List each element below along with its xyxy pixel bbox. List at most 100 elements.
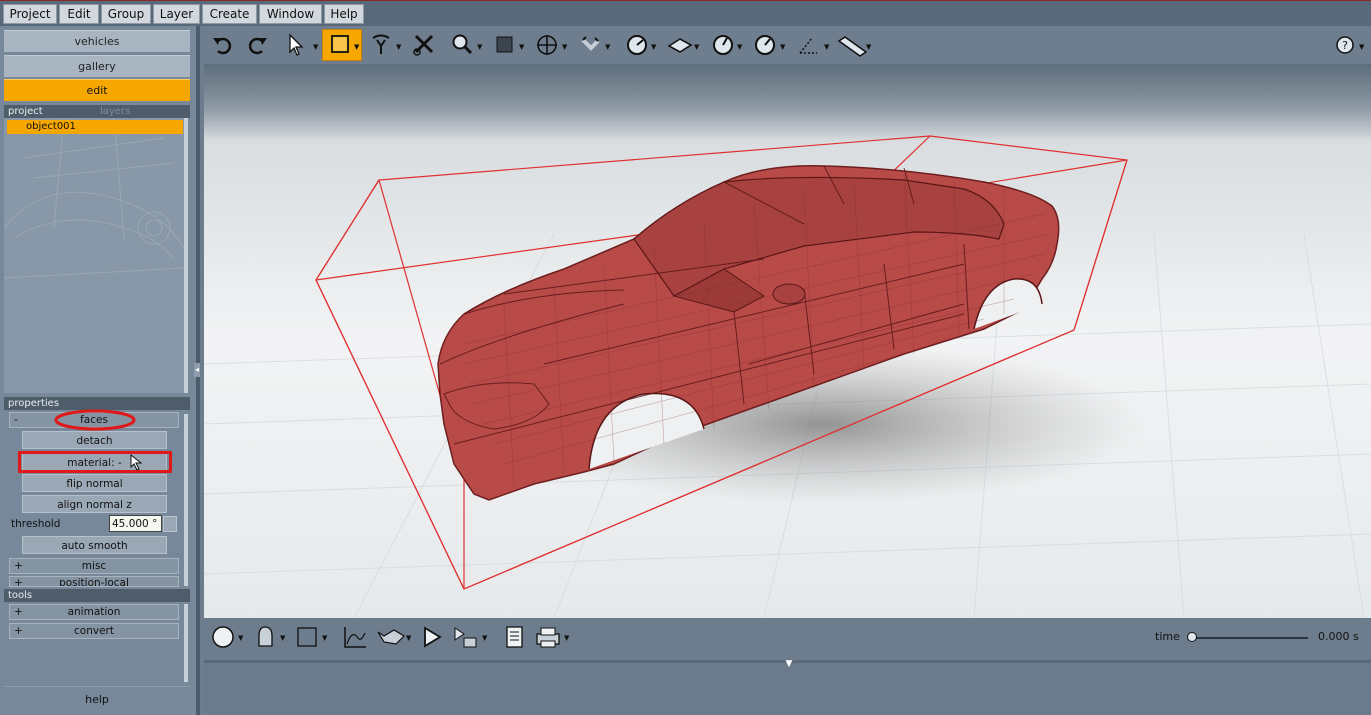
measure-dropdown[interactable]: ▼ — [780, 43, 785, 51]
play-button[interactable] — [420, 624, 444, 650]
head-dropdown[interactable]: ▼ — [280, 634, 285, 642]
timeline-panel[interactable]: ▼ — [204, 660, 1371, 715]
render-button[interactable] — [452, 624, 480, 650]
select-arrow-button[interactable] — [284, 32, 306, 58]
camera-dropdown[interactable]: ▼ — [406, 634, 411, 642]
head-icon — [258, 626, 273, 647]
project-item-object001[interactable]: object001 — [7, 120, 183, 134]
time-slider-track[interactable] — [1192, 637, 1308, 639]
print-dropdown[interactable]: ▼ — [564, 634, 569, 642]
misc-group[interactable]: + misc — [9, 558, 179, 574]
square-dropdown[interactable]: ▼ — [519, 43, 524, 51]
ruler-button[interactable] — [836, 32, 868, 58]
faces-highlight-ellipse — [54, 409, 136, 431]
document-button[interactable] — [502, 624, 526, 650]
edit-tab[interactable]: edit — [4, 79, 190, 101]
magnet-button[interactable] — [578, 32, 604, 58]
cut-button[interactable] — [412, 32, 436, 58]
threshold-spinner[interactable] — [163, 516, 177, 532]
move-button[interactable] — [534, 32, 560, 58]
animation-group-label: animation — [67, 606, 121, 618]
plane-button[interactable] — [666, 32, 694, 58]
animation-expand-sign[interactable]: + — [14, 605, 23, 620]
tools-header: tools — [4, 589, 190, 602]
menu-layer[interactable]: Layer — [153, 4, 200, 24]
print-button[interactable] — [534, 624, 562, 650]
animation-group[interactable]: + animation — [9, 604, 179, 620]
project-tab[interactable]: project — [8, 106, 43, 117]
gallery-tab[interactable]: gallery — [4, 55, 190, 77]
angle-button[interactable] — [796, 32, 822, 58]
menu-edit[interactable]: Edit — [59, 4, 99, 24]
collapse-panel-handle[interactable]: ◂ — [194, 363, 200, 377]
help-dropdown[interactable]: ▼ — [1359, 43, 1364, 51]
sphere-dropdown[interactable]: ▼ — [238, 634, 243, 642]
camera-button[interactable] — [374, 624, 408, 650]
head-button[interactable] — [252, 624, 278, 650]
time-slider-thumb[interactable] — [1187, 632, 1197, 642]
zoom-dropdown[interactable]: ▼ — [477, 43, 482, 51]
svg-text:?: ? — [1342, 39, 1348, 52]
scale-dropdown[interactable]: ▼ — [737, 43, 742, 51]
box-button[interactable] — [294, 624, 320, 650]
faces-collapse-sign[interactable]: - — [14, 413, 18, 428]
menu-create[interactable]: Create — [202, 4, 257, 24]
move-icon — [537, 35, 557, 55]
redo-icon — [248, 37, 267, 55]
zoom-button[interactable] — [450, 32, 474, 58]
detach-button[interactable]: detach — [22, 431, 167, 449]
select-arrow-dropdown[interactable]: ▼ — [313, 43, 318, 51]
timeline-toggle-icon[interactable]: ▼ — [782, 660, 796, 669]
box-dropdown[interactable]: ▼ — [322, 634, 327, 642]
position-expand-sign[interactable]: + — [14, 577, 23, 586]
properties-scrollbar[interactable] — [184, 414, 188, 586]
move-dropdown[interactable]: ▼ — [562, 43, 567, 51]
convert-expand-sign[interactable]: + — [14, 624, 23, 639]
material-highlight-box — [18, 451, 172, 473]
auto-smooth-button[interactable]: auto smooth — [22, 536, 167, 554]
scale-icon — [713, 35, 733, 55]
select-rectangle-dropdown[interactable]: ▼ — [354, 43, 359, 51]
vehicles-tab[interactable]: vehicles — [4, 30, 190, 52]
magnet-dropdown[interactable]: ▼ — [605, 43, 610, 51]
misc-group-label: misc — [81, 560, 107, 572]
3d-viewport[interactable] — [204, 64, 1371, 618]
menu-window[interactable]: Window — [259, 4, 322, 24]
redo-button[interactable] — [244, 32, 270, 58]
rotate-button[interactable] — [624, 32, 650, 58]
render-dropdown[interactable]: ▼ — [482, 634, 487, 642]
layers-tab[interactable]: layers — [100, 105, 130, 118]
viewport-scene — [204, 64, 1371, 618]
measure-button[interactable] — [752, 32, 778, 58]
menu-project[interactable]: Project — [3, 4, 57, 24]
sphere-button[interactable] — [210, 624, 236, 650]
lasso-button[interactable] — [370, 32, 392, 58]
align-normal-z-button[interactable]: align normal z — [22, 495, 167, 513]
help-toolbar-button[interactable]: ? — [1334, 32, 1356, 58]
undo-icon — [213, 37, 232, 55]
angle-icon — [799, 37, 817, 54]
rotate-dropdown[interactable]: ▼ — [651, 43, 656, 51]
help-button[interactable]: help — [4, 686, 190, 712]
menu-group[interactable]: Group — [101, 4, 151, 24]
zoom-icon — [452, 34, 473, 55]
angle-dropdown[interactable]: ▼ — [824, 43, 829, 51]
project-list-scrollbar[interactable] — [184, 118, 188, 393]
plane-dropdown[interactable]: ▼ — [694, 43, 699, 51]
threshold-input[interactable]: 45.000 ° — [109, 515, 162, 532]
ruler-dropdown[interactable]: ▼ — [866, 43, 871, 51]
tools-scrollbar[interactable] — [184, 604, 188, 682]
help-icon: ? — [1336, 36, 1354, 54]
menu-help[interactable]: Help — [324, 4, 364, 24]
position-local-group[interactable]: + position-local — [9, 576, 179, 587]
lasso-icon — [372, 34, 390, 54]
convert-group[interactable]: + convert — [9, 623, 179, 639]
flip-normal-button[interactable]: flip normal — [22, 474, 167, 492]
scale-button[interactable] — [710, 32, 736, 58]
square-button[interactable] — [494, 32, 516, 58]
undo-button[interactable] — [210, 32, 236, 58]
graph-icon — [344, 627, 366, 648]
graph-button[interactable] — [342, 624, 368, 650]
lasso-dropdown[interactable]: ▼ — [396, 43, 401, 51]
misc-expand-sign[interactable]: + — [14, 559, 23, 574]
